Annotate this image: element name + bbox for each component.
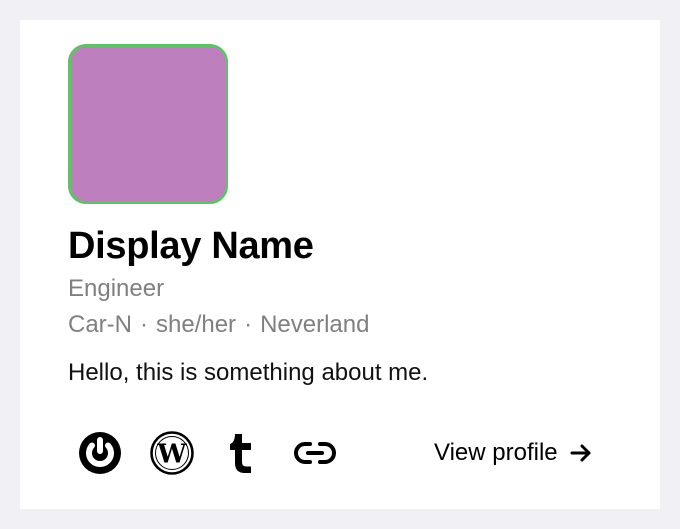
view-profile-label: View profile [434, 439, 558, 466]
bio-text: Hello, this is something about me. [68, 359, 429, 386]
wordpress-icon: W [150, 431, 194, 475]
power-icon [78, 431, 122, 475]
view-profile-link[interactable]: View profile [434, 435, 592, 471]
profile-meta: Car-N · she/her · Neverland [68, 310, 369, 340]
pronouns-text: she/her [156, 311, 237, 338]
meta-separator: · [244, 311, 253, 338]
meta-separator: · [140, 311, 148, 338]
display-name: Display Name [68, 225, 314, 267]
power-link[interactable] [77, 430, 123, 476]
location-text: Neverland [260, 311, 370, 338]
link-icon [293, 438, 337, 468]
tumblr-icon [225, 431, 259, 475]
website-link[interactable] [292, 430, 338, 476]
svg-text:W: W [156, 440, 187, 470]
role-text: Engineer [68, 275, 165, 302]
wordpress-link[interactable]: W [149, 430, 195, 476]
avatar [68, 44, 228, 204]
handle-text: Car-N [68, 311, 132, 338]
profile-card: Display Name Engineer Car-N · she/her · Neve… [20, 20, 660, 509]
tumblr-link[interactable] [219, 430, 265, 476]
arrow-right-icon [570, 443, 592, 463]
